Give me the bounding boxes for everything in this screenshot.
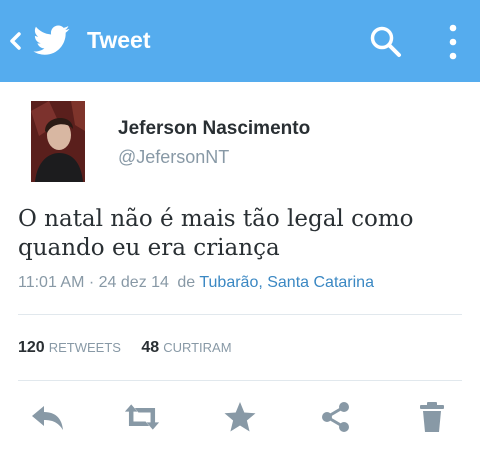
more-vertical-icon[interactable] [442,22,464,62]
reply-icon[interactable] [30,400,66,434]
share-icon[interactable] [318,400,354,434]
retweet-stat[interactable]: 120 RETWEETS [18,339,125,356]
search-icon[interactable] [368,24,404,60]
tweet-location-link[interactable]: Tubarão, Santa Catarina [199,274,374,291]
tweet-stats: 120 RETWEETS 48 CURTIRAM [18,339,232,357]
likes-stat[interactable]: 48 CURTIRAM [141,339,231,356]
tweet-text: O natal não é mais tão legal como quando… [18,206,414,261]
avatar-photo [31,101,85,182]
meta-separator: · [88,274,95,291]
trash-icon[interactable] [414,400,450,434]
tweet-meta: 11:01 AM · 24 dez 14 de Tubarão, Santa C… [18,274,374,292]
divider [18,380,462,381]
top-app-bar: Tweet [0,0,480,82]
from-label: de [177,274,196,291]
author-name[interactable]: Jeferson Nascimento [118,118,310,140]
retweet-count: 120 [18,339,45,356]
back-chevron-icon[interactable] [6,28,24,54]
retweet-label: RETWEETS [48,340,121,355]
tweet-date: 24 dez 14 [98,274,169,291]
divider [18,314,462,315]
tweet-time: 11:01 AM [18,274,85,291]
retweet-icon[interactable] [124,400,160,434]
twitter-bird-icon[interactable] [32,22,72,58]
avatar[interactable] [31,101,85,182]
page-title: Tweet [87,27,151,53]
likes-label: CURTIRAM [163,340,232,355]
star-icon[interactable] [222,400,258,434]
author-handle[interactable]: @JefersonNT [118,147,229,168]
likes-count: 48 [141,339,160,356]
